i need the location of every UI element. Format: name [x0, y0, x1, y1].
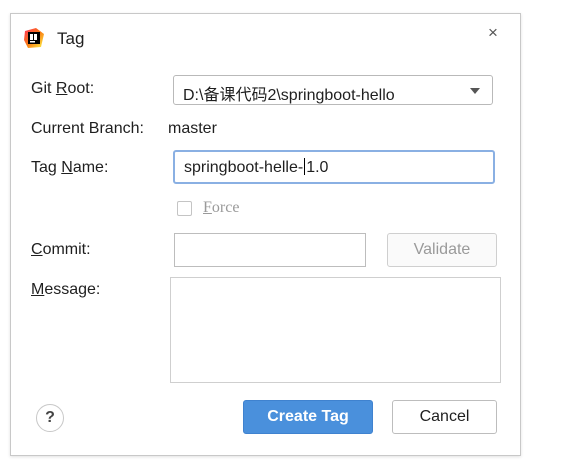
- force-label: Force: [203, 199, 240, 216]
- commit-label: Commit:: [31, 241, 91, 258]
- message-textarea[interactable]: [170, 277, 501, 383]
- dialog-title: Tag: [57, 29, 85, 48]
- git-root-value: D:\备课代码2\springboot-hello: [183, 87, 395, 104]
- tag-name-label: Tag Name:: [31, 159, 109, 176]
- tag-name-value: springboot-helle- 1.0: [184, 158, 329, 176]
- current-branch-value: master: [168, 120, 217, 137]
- validate-button[interactable]: Validate: [387, 233, 497, 267]
- current-branch-label: Current Branch:: [31, 120, 144, 137]
- close-icon[interactable]: ×: [488, 24, 498, 41]
- git-root-dropdown[interactable]: D:\备课代码2\springboot-hello: [173, 75, 493, 105]
- tag-name-input[interactable]: springboot-helle- 1.0: [173, 150, 495, 184]
- commit-input[interactable]: [174, 233, 366, 267]
- git-root-label: Git Root:: [31, 80, 95, 97]
- tag-dialog: Tag × Git Root: D:\备课代码2\springboot-hell…: [10, 13, 521, 456]
- message-label: Message:: [31, 281, 101, 298]
- force-checkbox[interactable]: [177, 201, 192, 216]
- help-button[interactable]: ?: [36, 404, 64, 432]
- create-tag-button[interactable]: Create Tag: [243, 400, 373, 434]
- intellij-idea-icon: [24, 28, 44, 48]
- chevron-down-icon: [470, 88, 480, 94]
- cancel-button[interactable]: Cancel: [392, 400, 497, 434]
